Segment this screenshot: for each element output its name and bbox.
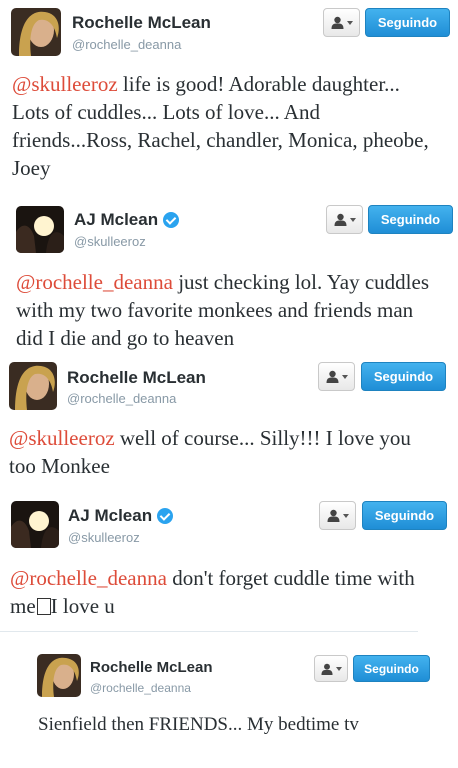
- chevron-down-icon: [349, 217, 356, 222]
- tweet-text: Sienfield then FRIENDS... My bedtime tv: [38, 714, 359, 735]
- verified-badge-icon: [163, 212, 180, 228]
- tweet-text: @rochelle_deanna just checking lol. Yay …: [16, 270, 429, 350]
- avatar[interactable]: [11, 8, 61, 56]
- tweet-text: @skulleeroz well of course... Silly!!! I…: [9, 426, 411, 478]
- missing-glyph-box: [36, 598, 51, 615]
- user-name[interactable]: Rochelle McLean: [67, 368, 206, 388]
- mention-link[interactable]: @skulleeroz: [12, 72, 118, 96]
- avatar[interactable]: [37, 654, 81, 697]
- chevron-down-icon: [341, 374, 348, 379]
- tweet-1: Rochelle McLean @rochelle_deanna Seguind…: [0, 0, 458, 190]
- following-button[interactable]: Seguindo: [361, 362, 446, 391]
- user-dropdown-icon: [334, 213, 346, 226]
- avatar[interactable]: [16, 206, 64, 253]
- user-name[interactable]: Rochelle McLean: [90, 659, 213, 676]
- user-handle[interactable]: @skulleeroz: [74, 234, 146, 249]
- following-button[interactable]: Seguindo: [368, 205, 453, 234]
- following-button[interactable]: Seguindo: [362, 501, 447, 530]
- user-handle[interactable]: @rochelle_deanna: [72, 37, 181, 52]
- user-dropdown-icon: [327, 509, 339, 522]
- user-actions-button[interactable]: [319, 501, 356, 530]
- avatar[interactable]: [11, 501, 59, 548]
- user-dropdown-icon: [326, 370, 338, 383]
- user-dropdown-icon: [320, 663, 333, 675]
- divider: [0, 631, 418, 632]
- user-name[interactable]: AJ Mclean: [68, 506, 174, 526]
- user-actions-button[interactable]: [314, 655, 348, 682]
- following-button[interactable]: Seguindo: [365, 8, 450, 37]
- following-button[interactable]: Seguindo: [353, 655, 430, 682]
- user-actions-button[interactable]: [318, 362, 355, 391]
- user-actions-button[interactable]: [323, 8, 360, 37]
- user-handle[interactable]: @skulleeroz: [68, 530, 140, 545]
- user-handle[interactable]: @rochelle_deanna: [90, 681, 191, 695]
- verified-badge-icon: [157, 508, 174, 524]
- mention-link[interactable]: @skulleeroz: [9, 426, 115, 450]
- chevron-down-icon: [346, 20, 353, 25]
- chevron-down-icon: [342, 513, 349, 518]
- tweet-text: @skulleeroz life is good! Adorable daugh…: [12, 72, 429, 180]
- mention-link[interactable]: @rochelle_deanna: [10, 566, 167, 590]
- avatar[interactable]: [9, 362, 57, 410]
- user-dropdown-icon: [331, 16, 343, 29]
- user-name[interactable]: AJ Mclean: [74, 210, 180, 230]
- tweet-text: @rochelle_deanna don't forget cuddle tim…: [10, 566, 415, 618]
- user-name[interactable]: Rochelle McLean: [72, 13, 211, 33]
- chevron-down-icon: [335, 666, 342, 671]
- user-actions-button[interactable]: [326, 205, 363, 234]
- user-handle[interactable]: @rochelle_deanna: [67, 391, 176, 406]
- mention-link[interactable]: @rochelle_deanna: [16, 270, 173, 294]
